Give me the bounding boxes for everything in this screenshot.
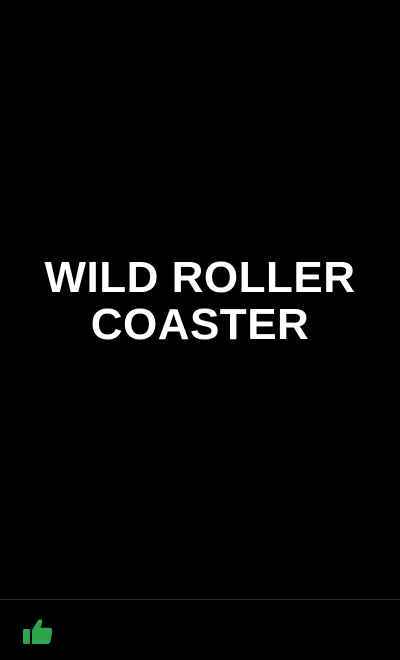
bottom-toolbar xyxy=(0,599,400,660)
app-screen: WILD ROLLER COASTER xyxy=(0,0,400,660)
thumbs-up-icon xyxy=(23,619,53,644)
content-area: WILD ROLLER COASTER xyxy=(0,0,400,599)
title-line-2: COASTER xyxy=(90,299,310,349)
title-line-1: WILD ROLLER xyxy=(44,252,356,302)
page-title: WILD ROLLER COASTER xyxy=(20,254,380,348)
like-button[interactable] xyxy=(21,616,55,646)
